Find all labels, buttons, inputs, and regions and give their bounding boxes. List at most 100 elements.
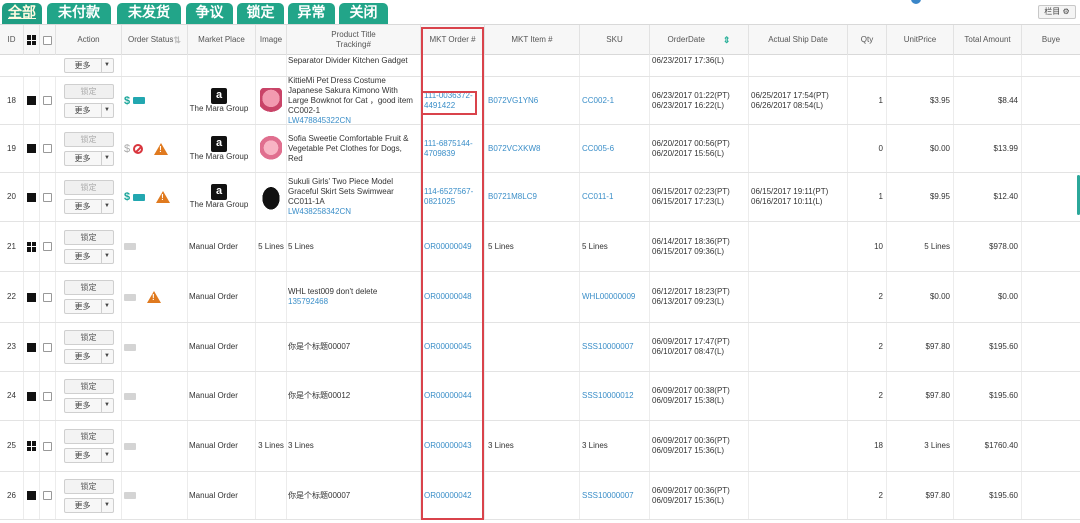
sku-link[interactable]: SSS10000007 bbox=[582, 491, 634, 501]
mkt-order-link[interactable]: OR00000044 bbox=[424, 391, 472, 401]
more-button[interactable]: 更多 ▼ bbox=[63, 497, 114, 513]
more-button[interactable]: 更多 ▼ bbox=[63, 299, 114, 314]
square-icon[interactable] bbox=[27, 391, 36, 401]
square-icon[interactable] bbox=[27, 144, 36, 153]
sku-link[interactable]: CC002-1 bbox=[582, 96, 614, 106]
square-icon[interactable] bbox=[27, 292, 36, 302]
sort-icon[interactable]: ⇕ bbox=[723, 35, 731, 45]
header-grid-toggle[interactable] bbox=[24, 25, 40, 55]
buyer-cell bbox=[1022, 323, 1080, 371]
lock-button[interactable]: 锁定 bbox=[63, 478, 114, 494]
mkt-order-link[interactable]: OR00000048 bbox=[424, 292, 472, 302]
header-order-status[interactable]: Order Status ⇅ bbox=[122, 25, 188, 55]
order-date-cell: 06/20/2017 00:56(PT) 06/20/2017 15:56(L) bbox=[650, 125, 749, 172]
order-status-cell bbox=[122, 272, 188, 322]
product-image[interactable] bbox=[260, 135, 282, 162]
sku-link[interactable]: CC005-6 bbox=[582, 144, 614, 154]
more-button[interactable]: 更多 ▼ bbox=[63, 248, 114, 264]
sku-link[interactable]: WHL00000009 bbox=[582, 292, 635, 302]
column-settings-button[interactable]: 栏目 ⚙ bbox=[1038, 5, 1076, 19]
mkt-item-link[interactable]: B072VG1YN6 bbox=[488, 96, 538, 106]
lock-button[interactable]: 锁定 bbox=[63, 180, 114, 195]
lock-button[interactable]: 锁定 bbox=[63, 330, 114, 345]
mkt-order-link[interactable]: OR00000042 bbox=[424, 491, 472, 501]
mkt-order-link[interactable]: 111-0036372-4491422 bbox=[424, 91, 484, 111]
tab-1[interactable]: 全部 bbox=[2, 3, 42, 24]
lock-button[interactable]: 锁定 bbox=[63, 131, 114, 147]
square-icon[interactable] bbox=[27, 192, 36, 202]
order-date-pt: 06/14/2017 18:36(PT) bbox=[652, 236, 730, 246]
sku-cell: SSS10000007 bbox=[580, 323, 650, 371]
mkt-order-link[interactable]: OR00000049 bbox=[424, 242, 472, 252]
header-select-all[interactable] bbox=[40, 25, 56, 55]
row-checkbox[interactable] bbox=[43, 192, 52, 202]
mkt-order-link[interactable]: 114-6527567-0821025 bbox=[424, 187, 484, 207]
lock-button[interactable]: 锁定 bbox=[63, 429, 114, 444]
image-cell bbox=[256, 472, 287, 519]
product-image[interactable] bbox=[260, 184, 282, 210]
ship-date-cell: 06/25/2017 17:54(PT) 06/26/2017 08:54(L) bbox=[749, 77, 848, 124]
select-all-checkbox[interactable] bbox=[43, 35, 52, 45]
square-icon[interactable] bbox=[27, 96, 36, 105]
tab-4[interactable]: 争议 bbox=[186, 3, 233, 24]
product-image[interactable] bbox=[260, 87, 282, 114]
lock-button[interactable]: 锁定 bbox=[63, 379, 114, 394]
sku-link[interactable]: CC011-1 bbox=[582, 192, 613, 202]
order-date-pt: 06/09/2017 00:36(PT) bbox=[652, 436, 730, 445]
marketplace-name: Manual Order bbox=[189, 342, 238, 351]
mkt-order-link[interactable]: 111-6875144-4709839 bbox=[424, 139, 484, 159]
mkt-order-link[interactable]: OR00000045 bbox=[424, 342, 472, 352]
header-id[interactable]: ID bbox=[0, 25, 24, 55]
square-icon[interactable] bbox=[27, 342, 36, 352]
tracking-link[interactable]: LW478845322CN bbox=[288, 116, 351, 125]
mkt-order-cell: 111-6875144-4709839 bbox=[421, 125, 485, 172]
row-type-cell bbox=[24, 173, 40, 221]
row-type-cell bbox=[24, 222, 40, 271]
more-button[interactable]: 更多 ▼ bbox=[63, 448, 114, 463]
tab-6[interactable]: 异常 bbox=[288, 3, 335, 24]
row-checkbox[interactable] bbox=[43, 491, 52, 500]
more-button[interactable]: 更多 ▼ bbox=[63, 58, 114, 73]
mkt-item-link[interactable]: B072VCXKW8 bbox=[488, 144, 540, 154]
table-row: 20 锁定更多 ▼ $ aThe Mara Group Sukuli Girls' Two… bbox=[0, 173, 1080, 222]
row-checkbox[interactable] bbox=[43, 144, 52, 153]
tab-5[interactable]: 锁定 bbox=[237, 3, 284, 24]
row-checkbox[interactable] bbox=[43, 441, 52, 451]
row-checkbox[interactable] bbox=[43, 242, 52, 251]
more-button[interactable]: 更多 ▼ bbox=[63, 102, 114, 118]
order-date-local: 06/13/2017 09:23(L) bbox=[652, 297, 725, 306]
row-checkbox[interactable] bbox=[43, 391, 52, 401]
header-mkt-order[interactable]: MKT Order # bbox=[421, 25, 485, 55]
sku-link[interactable]: SSS10000012 bbox=[582, 391, 634, 401]
tab-3[interactable]: 未发货 bbox=[117, 3, 181, 24]
tracking-link[interactable]: LW438258342CN bbox=[288, 207, 351, 217]
lock-button[interactable]: 锁定 bbox=[63, 280, 114, 295]
market-place-cell: Manual Order bbox=[188, 472, 256, 519]
lock-button[interactable]: 锁定 bbox=[63, 83, 114, 99]
more-label: 更多 bbox=[74, 153, 91, 163]
row-checkbox[interactable] bbox=[43, 292, 52, 302]
tracking-link[interactable]: 135792468 bbox=[288, 297, 328, 307]
order-date-pt: 06/09/2017 17:47(PT) bbox=[652, 337, 730, 346]
tab-7[interactable]: 关闭 bbox=[339, 3, 388, 24]
more-button[interactable]: 更多 ▼ bbox=[63, 398, 114, 413]
tab-2[interactable]: 未付款 bbox=[47, 3, 111, 24]
paid-dollar-icon: $ bbox=[124, 191, 131, 203]
row-checkbox[interactable] bbox=[43, 96, 52, 105]
row-checkbox[interactable] bbox=[43, 342, 52, 352]
mkt-order-link[interactable]: OR00000043 bbox=[424, 441, 472, 451]
more-button[interactable]: 更多 ▼ bbox=[63, 349, 114, 364]
mkt-item-link: 3 Lines bbox=[488, 441, 514, 450]
lock-button[interactable]: 锁定 bbox=[63, 229, 114, 245]
grid-icon[interactable] bbox=[26, 241, 37, 252]
more-button[interactable]: 更多 ▼ bbox=[63, 199, 114, 214]
grid-icon[interactable] bbox=[26, 441, 37, 451]
sku-link[interactable]: SSS10000007 bbox=[582, 342, 634, 352]
image-cell bbox=[256, 272, 287, 322]
square-icon[interactable] bbox=[27, 491, 36, 500]
mkt-item-cell bbox=[485, 272, 580, 322]
order-date-local: 06/23/2017 17:36(L) bbox=[650, 55, 749, 76]
more-button[interactable]: 更多 ▼ bbox=[63, 150, 114, 166]
mkt-item-link[interactable]: B0721M8LC9 bbox=[488, 192, 537, 202]
header-order-date[interactable]: OrderDate ⇕ bbox=[650, 25, 749, 55]
